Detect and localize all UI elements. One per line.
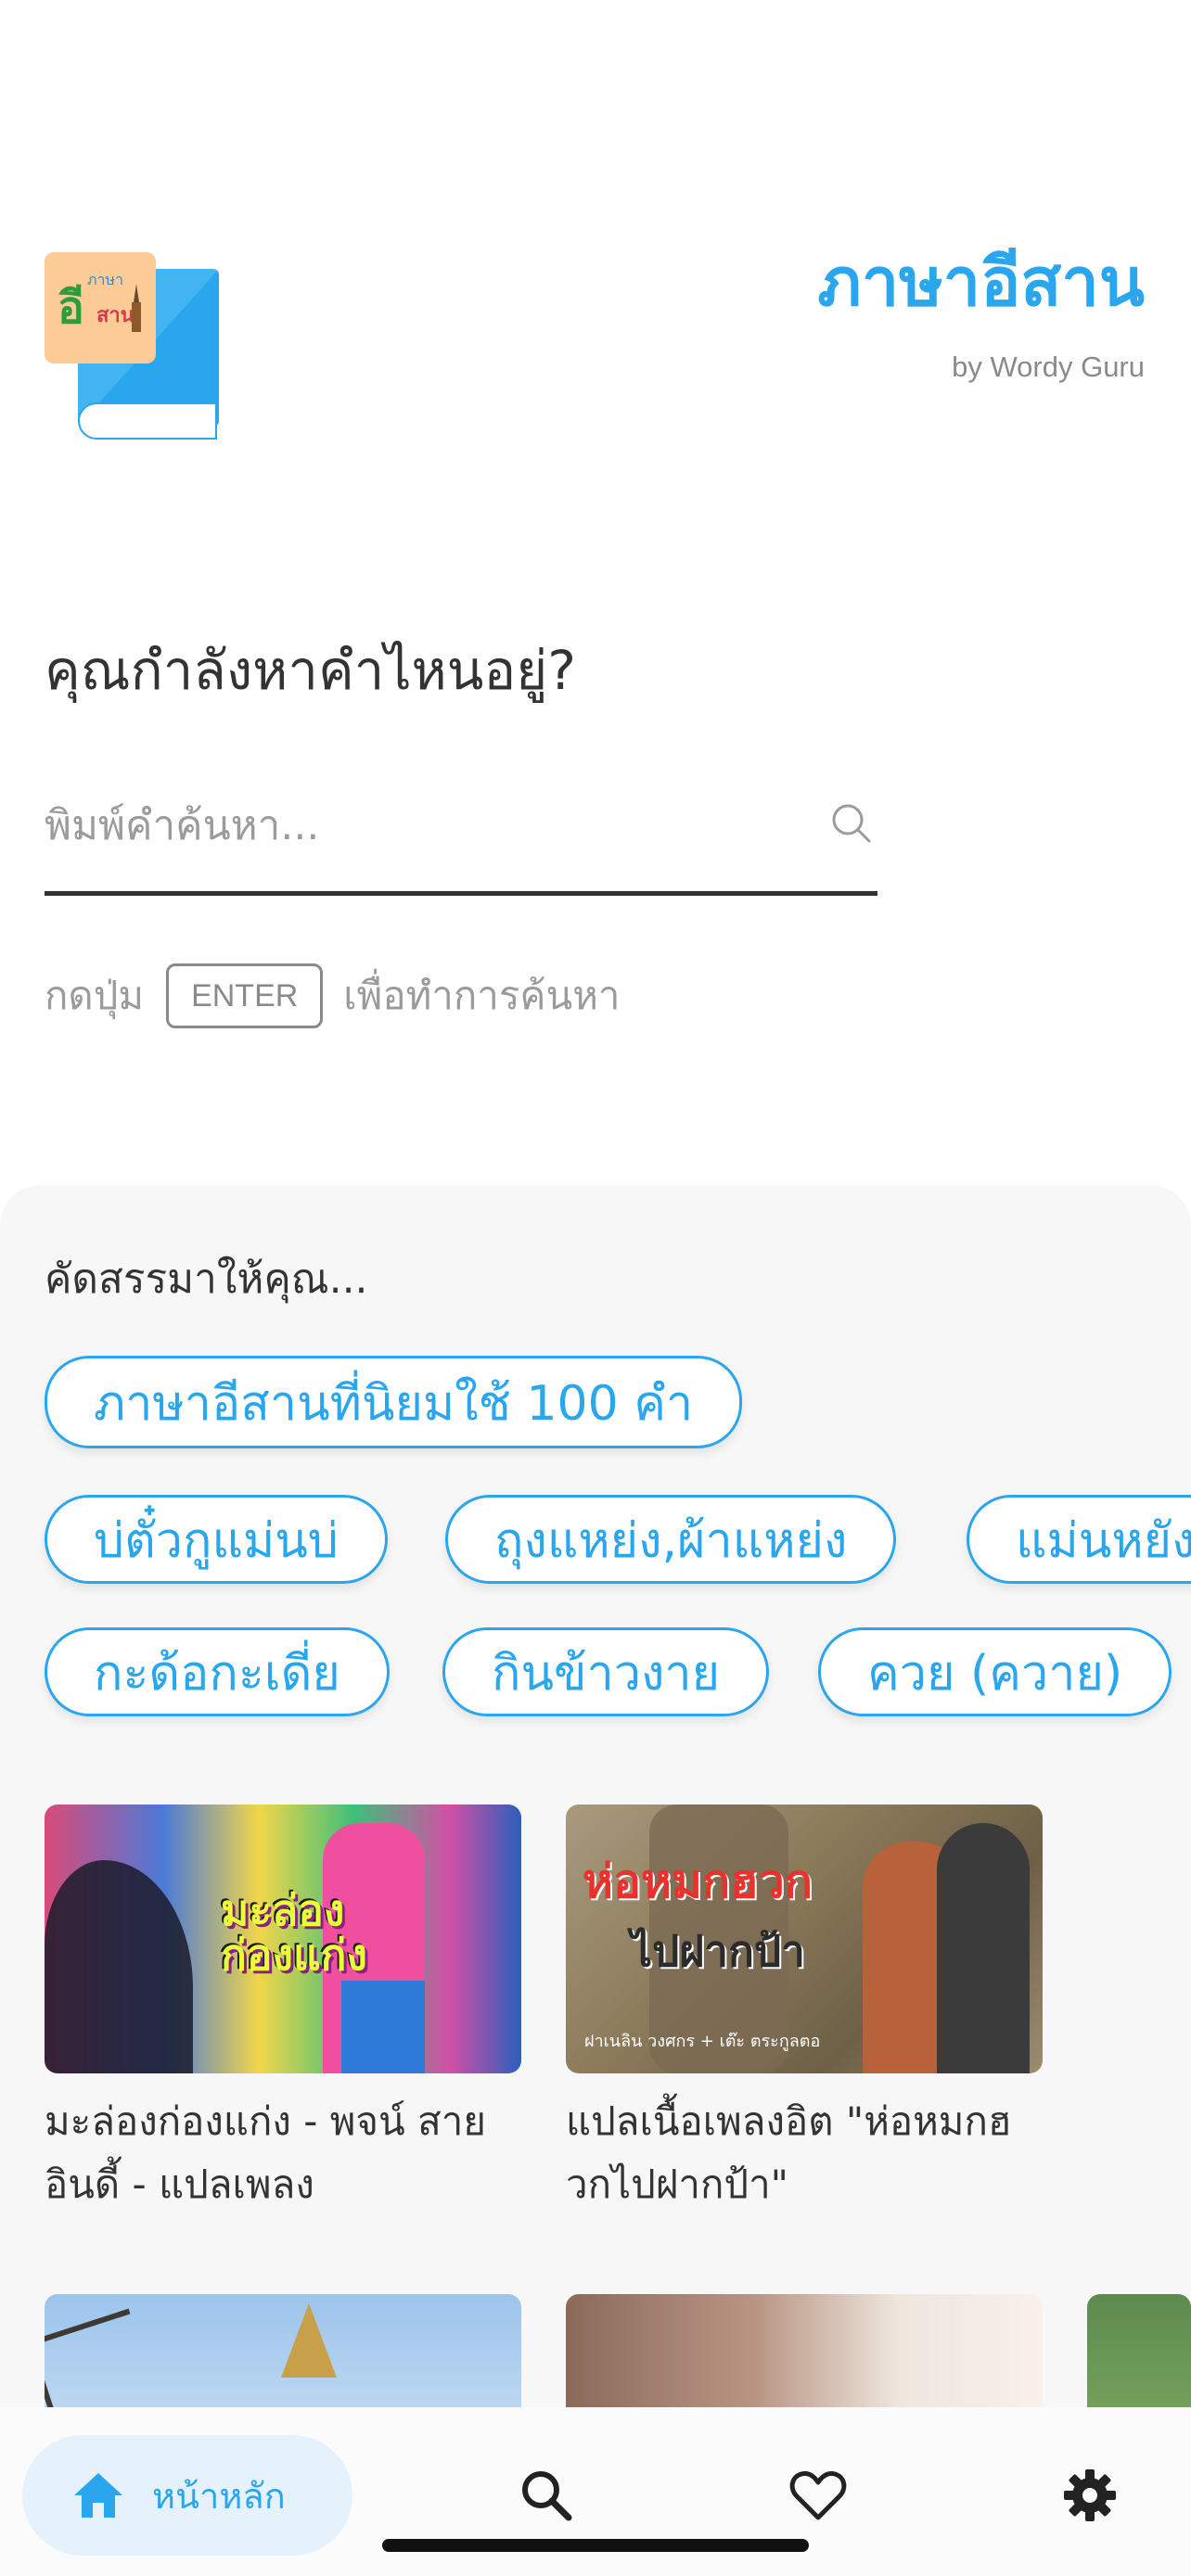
article-card[interactable]: มะล่อง ก่องแก่ง มะล่องก่องแก่ง - พจน์ สาย… [45, 1804, 521, 2216]
enter-key-badge: ENTER [166, 963, 324, 1028]
gear-icon [1064, 2469, 1116, 2521]
thumbnail-title: มะล่อง ก่องแก่ง [221, 1885, 367, 1981]
search-input[interactable] [45, 788, 787, 862]
article-caption[interactable]: แปลเนื้อเพลงอิต "ห่อหมกฮวกไปฝากป้า" [566, 2090, 1043, 2216]
home-indicator [382, 2539, 809, 2552]
nav-search-tab[interactable] [514, 2463, 579, 2528]
logo-book-page [78, 402, 217, 440]
chip-word[interactable]: กะด้อกะเดี่ย [45, 1627, 390, 1716]
nav-settings-tab[interactable] [1057, 2463, 1122, 2528]
thumbnail-title: ห่อหมกฮวก [583, 1855, 813, 1908]
chip-word[interactable]: ถุงแหย่ง,ผ้าแหย่ง [445, 1495, 897, 1584]
search-hint-suffix: เพื่อทำการค้นหา [343, 973, 621, 1018]
chip-word[interactable]: ควย (ควาย) [818, 1627, 1172, 1716]
search-icon[interactable] [829, 801, 874, 846]
app-title: ภาษาอีสาน [817, 243, 1145, 321]
search-hint: กดปุ่ม ENTER เพื่อทำการค้นหา [45, 961, 620, 1031]
nav-home-tab[interactable]: หน้าหลัก [22, 2435, 352, 2556]
article-thumbnail[interactable]: มะล่อง ก่องแก่ง [45, 1804, 521, 2073]
search-box [45, 770, 877, 896]
logo-badge: ภาษา อี สาน [45, 252, 156, 363]
recommend-title: คัดสรรมาให้คุณ... [45, 1256, 368, 1303]
article-thumbnail[interactable]: ห่อหมกฮวก ไปฝากป้า ฝาเนลิน วงศกร + เต๊ะ … [566, 1804, 1043, 2073]
home-icon [74, 2473, 122, 2518]
search-icon [522, 2471, 572, 2521]
thumbnail-credit: ฝาเนลิน วงศกร + เต๊ะ ตระกูลตอ [584, 2032, 821, 2051]
recommend-panel: คัดสรรมาให้คุณ... ภาษาอีสานที่นิยมใช้ 10… [0, 1185, 1191, 2576]
chip-featured-100-words[interactable]: ภาษาอีสานที่นิยมใช้ 100 คำ [45, 1356, 743, 1448]
temple-icon [132, 284, 141, 332]
chip-word[interactable]: บ่ตั๋วกูแม่นบ่ [45, 1495, 388, 1584]
app-subtitle: by Wordy Guru [952, 351, 1145, 383]
logo-badge-top-text: ภาษา [87, 271, 124, 288]
thumbnail-subtitle: ไปฝากป้า [631, 1926, 805, 1976]
heart-icon [789, 2471, 847, 2520]
search-question: คุณกำลังหาคำไหนอยู่? [45, 639, 576, 702]
logo-badge-side-text: สาน [96, 304, 134, 327]
app-logo: ภาษา อี สาน [45, 252, 221, 447]
chip-word[interactable]: กินข้าวงาย [442, 1627, 770, 1716]
logo-badge-main-text: อี [58, 282, 84, 334]
article-card[interactable]: ห่อหมกฮวก ไปฝากป้า ฝาเนลิน วงศกร + เต๊ะ … [566, 1804, 1043, 2216]
chip-word[interactable]: แม่นหยัง [967, 1495, 1191, 1584]
article-caption[interactable]: มะล่องก่องแก่ง - พจน์ สาย อินดี้ - แปลเพ… [45, 2090, 521, 2216]
search-hint-prefix: กดปุ่ม [45, 973, 145, 1018]
nav-home-label: หน้าหลัก [152, 2475, 286, 2517]
nav-favorites-tab[interactable] [786, 2463, 851, 2528]
